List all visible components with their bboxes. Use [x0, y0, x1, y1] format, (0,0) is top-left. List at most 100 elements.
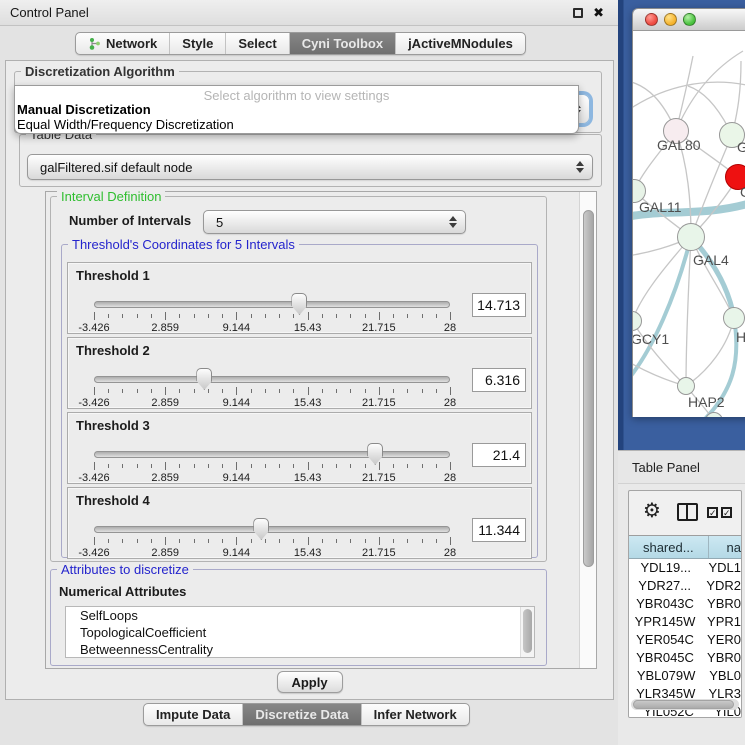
dropdown-option-manual[interactable]: Manual Discretization	[15, 102, 578, 117]
group-title: Discretization Algorithm	[21, 64, 179, 79]
threshold-panel: Threshold 3-3.4262.8599.14415.4321.71528…	[67, 412, 532, 484]
node-label: H	[736, 329, 745, 345]
cell-name: YBR0	[701, 595, 741, 613]
threshold-slider[interactable]: -3.4262.8599.14415.4321.71528	[94, 295, 450, 333]
tab-label: Cyni Toolbox	[302, 36, 383, 51]
threshold-slider[interactable]: -3.4262.8599.14415.4321.71528	[94, 370, 450, 408]
minimize-traffic-light-icon[interactable]	[664, 13, 677, 26]
tab-impute-data[interactable]: Impute Data	[144, 704, 242, 725]
number-of-intervals-label: Number of Intervals	[69, 213, 191, 228]
threshold-label: Threshold 4	[76, 493, 150, 508]
network-node-hap2[interactable]	[677, 377, 695, 395]
apply-button[interactable]: Apply	[277, 671, 343, 693]
slider-track[interactable]	[94, 301, 450, 308]
close-traffic-light-icon[interactable]	[645, 13, 658, 26]
cell-shared-name: YBR045C	[629, 649, 701, 667]
attribute-list-item[interactable]: SelfLoops	[66, 607, 534, 624]
table-data-select[interactable]: galFiltered.sif default node	[27, 154, 593, 180]
number-of-intervals-value: 5	[204, 215, 223, 230]
slider-scale-label: 9.144	[223, 322, 251, 334]
slider-scale-label: 28	[444, 547, 456, 559]
node-label: GAL4	[693, 252, 729, 268]
split-columns-icon[interactable]	[677, 503, 698, 521]
cell-name: YBL0	[703, 667, 741, 685]
tab-infer-network[interactable]: Infer Network	[361, 704, 469, 725]
numerical-attributes-list[interactable]: SelfLoopsTopologicalCoefficientBetweenne…	[65, 606, 535, 658]
slider-ticks	[94, 537, 450, 546]
slider-ticks	[94, 462, 450, 471]
network-node-h[interactable]	[723, 307, 745, 329]
table-row[interactable]: YPR145WYPR1	[629, 613, 741, 631]
threshold-value-field[interactable]: 11.344	[472, 518, 526, 542]
threshold-label: Threshold 2	[76, 343, 150, 358]
zoom-traffic-light-icon[interactable]	[683, 13, 696, 26]
threshold-value-field[interactable]: 14.713	[472, 293, 526, 317]
slider-track[interactable]	[94, 376, 450, 383]
horizontal-scrollbar[interactable]	[631, 699, 739, 710]
attribute-list-item[interactable]: TopologicalCoefficient	[66, 624, 534, 641]
column-header-shared-name[interactable]: shared...	[629, 536, 709, 558]
table-row[interactable]: YER054CYER0	[629, 631, 741, 649]
algorithm-dropdown: Select algorithm to view settings Manual…	[14, 85, 579, 134]
checkbox-icon[interactable]: ✓	[707, 507, 718, 518]
slider-scale-label: 2.859	[151, 322, 179, 334]
control-panel-tabs: Network StyleSelect Cyni Toolbox jActiveMNo…	[75, 32, 526, 55]
slider-scale-label: 21.715	[362, 472, 396, 484]
settings-scrollpane: Interval Definition Number of Intervals …	[45, 191, 597, 669]
cell-shared-name: YBR043C	[629, 595, 701, 613]
slider-track[interactable]	[94, 526, 450, 533]
list-scrollbar[interactable]	[520, 607, 534, 657]
float-window-icon[interactable]	[573, 8, 583, 18]
threshold-value-field[interactable]: 6.316	[472, 368, 526, 392]
stepper-arrows-icon	[576, 161, 584, 173]
slider-scale-label: -3.426	[78, 322, 109, 334]
horizontal-scrollbar-thumb[interactable]	[633, 700, 734, 709]
slider-scale-label: 28	[444, 322, 456, 334]
vertical-scrollbar[interactable]	[579, 192, 596, 668]
threshold-panel: Threshold 4 -3.4262.8599.14415.4321.71528…	[67, 487, 532, 559]
close-icon[interactable]: ✖	[593, 8, 604, 18]
vertical-scrollbar-thumb[interactable]	[583, 210, 594, 567]
attributes-group: Attributes to discretize Numerical Attri…	[50, 569, 547, 666]
tab-select[interactable]: Select	[225, 33, 288, 54]
table-row[interactable]: YBR043CYBR0	[629, 595, 741, 613]
network-window-titlebar	[633, 9, 745, 31]
slider-scale-label: 2.859	[151, 397, 179, 409]
group-title: Attributes to discretize	[57, 562, 193, 577]
number-of-intervals-select[interactable]: 5	[203, 210, 466, 234]
cell-shared-name: YBL079W	[629, 667, 703, 685]
checkbox-icon[interactable]: ✓	[721, 507, 732, 518]
list-scrollbar-thumb[interactable]	[523, 609, 532, 653]
slider-track[interactable]	[94, 451, 450, 458]
slider-scale-label: 9.144	[223, 547, 251, 559]
table-row[interactable]: YBL079WYBL0	[629, 667, 741, 685]
tab-style[interactable]: Style	[169, 33, 225, 54]
cell-name: YER0	[701, 631, 741, 649]
threshold-slider[interactable]: -3.4262.8599.14415.4321.71528	[94, 520, 450, 558]
slider-scale-label: 15.43	[294, 322, 322, 334]
stepper-arrows-icon	[449, 216, 457, 228]
column-header-name[interactable]: na	[709, 536, 741, 558]
table-row[interactable]: YDL19...YDL1	[629, 559, 741, 577]
table-header-row: shared... na	[629, 536, 741, 559]
tab-label: Network	[106, 36, 157, 51]
network-node-gal4[interactable]	[677, 223, 705, 251]
tab-jactivemnodules[interactable]: jActiveMNodules	[395, 33, 525, 54]
table-data-selected-value: galFiltered.sif default node	[28, 160, 192, 175]
tab-cyni-toolbox[interactable]: Cyni Toolbox	[289, 33, 395, 54]
table-data-group: Table Data galFiltered.sif default node	[19, 134, 602, 187]
table-row[interactable]: YDR27...YDR2	[629, 577, 741, 595]
network-canvas[interactable]: GAL80GAL11GAL4GCY1HHAP2GAC	[633, 31, 745, 417]
table-toolbar: ⚙ ✓ ✓	[629, 491, 741, 535]
settings-gear-icon[interactable]: ⚙	[643, 501, 661, 521]
slider-scale-label: -3.426	[78, 547, 109, 559]
dropdown-option-equal-width[interactable]: Equal Width/Frequency Discretization	[15, 117, 578, 132]
node-label: HAP2	[688, 394, 725, 410]
attribute-list-item[interactable]: BetweennessCentrality	[66, 641, 534, 658]
threshold-value-field[interactable]: 21.4	[472, 443, 526, 467]
table-row[interactable]: YBR045CYBR0	[629, 649, 741, 667]
tab-discretize-data[interactable]: Discretize Data	[242, 704, 360, 725]
tab-network[interactable]: Network	[76, 33, 169, 54]
threshold-slider[interactable]: -3.4262.8599.14415.4321.71528	[94, 445, 450, 483]
slider-scale-label: 21.715	[362, 397, 396, 409]
